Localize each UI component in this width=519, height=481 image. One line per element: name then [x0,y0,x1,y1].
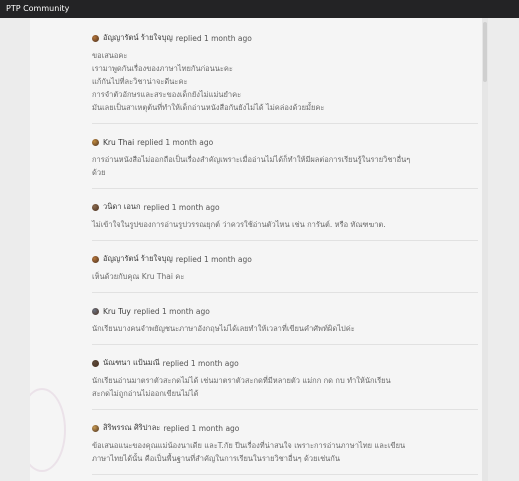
comment-body: นักเรียนอ่านมาตราตัวสะกดไม่ได้ เช่นมาตรา… [92,374,478,400]
comment: อัญญารัตน์ ร้ายใจบุญ replied 1 month ago ข… [92,18,478,124]
comment: สิริพรรณ ศิริปาละ replied 1 month ago ข้อเ… [92,410,478,475]
comment-meta: replied 1 month ago [137,137,214,147]
comment-author[interactable]: อัญญารัตน์ ร้ายใจบุญ [103,32,173,44]
comment-author[interactable]: อัญญารัตน์ ร้ายใจบุญ [103,253,173,265]
comment-meta: replied 1 month ago [175,33,252,43]
avatar[interactable] [92,307,99,315]
avatar[interactable] [92,138,99,146]
comment-line: การอ่านหนังสือไม่ออกถือเป็นเรื่องสำคัญเพ… [92,155,411,164]
comment-author[interactable]: วนิดา เอนก [103,201,141,213]
comment-meta: replied 1 month ago [133,306,210,316]
comment-header: อัญญารัตน์ ร้ายใจบุญ replied 1 month ago [92,253,478,265]
comment: อัญญารัตน์ ร้ายใจบุญ replied 1 month ago เ… [92,241,478,293]
scrollbar[interactable] [482,18,488,481]
comment-line: ไม่เข้าใจในรูปของการอ่านรูปวรรณยุกต์ ว่า… [92,220,386,229]
watermark-logo [30,388,66,472]
comment-header: สิริพรรณ ศิริปาละ replied 1 month ago [92,422,478,434]
comment-author[interactable]: นัณฑนา แป้นมณี [103,357,160,369]
comment-body: ขอเสนอคะเรามาพูดกันเรื่องของภาษาไทยกันก่… [92,49,478,114]
comment-line: ขอเสนอคะ [92,51,128,60]
comment-body: นักเรียนบางคนจำพยัญชนะภาษาอังกฤษไม่ได้เล… [92,322,478,335]
avatar[interactable] [92,34,99,42]
avatar[interactable] [92,359,99,367]
comment-line: สะกดไม่ถูกอ่านไม่ออกเขียนไม่ได้ [92,389,199,398]
comment-header: อัญญารัตน์ ร้ายใจบุญ replied 1 month ago [92,32,478,44]
comment: Kru Tuy replied 1 month ago นักเรียนบางคนจ… [92,293,478,345]
comment-meta: replied 1 month ago [143,202,220,212]
avatar[interactable] [92,255,99,263]
comment-line: นักเรียนอ่านมาตราตัวสะกดไม่ได้ เช่นมาตรา… [92,376,391,385]
comment-line: เรามาพูดกันเรื่องของภาษาไทยกันก่อนนะคะ [92,64,233,73]
comment-list: อัญญารัตน์ ร้ายใจบุญ replied 1 month ago ข… [92,18,478,475]
comment-line: ข้อเสนอแนะของคุณแม่น้องนาเดีย และT.กัย ป… [92,441,406,450]
comment: วนิดา เอนก replied 1 month ago ไม่เข้าใจใน… [92,189,478,241]
comment-body: ข้อเสนอแนะของคุณแม่น้องนาเดีย และT.กัย ป… [92,439,478,465]
comment-author[interactable]: สิริพรรณ ศิริปาละ [103,422,160,434]
comment-meta: replied 1 month ago [175,254,252,264]
comment-meta: replied 1 month ago [163,423,240,433]
comment-line: ภาษาไทยได้นั้น คือเป็นพื้นฐานที่สำคัญในก… [92,454,340,463]
comment-line: การจำตัวอักษรและสระของเด็กยังไม่แม่นยำคะ [92,90,242,99]
comment-meta: replied 1 month ago [162,358,239,368]
comment-line: นักเรียนบางคนจำพยัญชนะภาษาอังกฤษไม่ได้เล… [92,324,355,333]
avatar[interactable] [92,203,99,211]
avatar[interactable] [92,424,99,432]
comment-author[interactable]: Kru Tuy [103,307,131,316]
site-title[interactable]: PTP Community [6,4,69,13]
top-bar: PTP Community [0,0,519,18]
comment-line: เห็นด้วยกับคุณ Kru Thai คะ [92,272,185,281]
comment-body: เห็นด้วยกับคุณ Kru Thai คะ [92,270,478,283]
comment-header: Kru Thai replied 1 month ago [92,136,478,148]
comment-author[interactable]: Kru Thai [103,138,134,147]
comment-header: นัณฑนา แป้นมณี replied 1 month ago [92,357,478,369]
comment-header: Kru Tuy replied 1 month ago [92,305,478,317]
comment-header: วนิดา เอนก replied 1 month ago [92,201,478,213]
comment-line: แก้กันไปที่ละวิชาน่าจะดีนะคะ [92,77,188,86]
comment: Kru Thai replied 1 month ago การอ่านหนังสื… [92,124,478,189]
comment: นัณฑนา แป้นมณี replied 1 month ago นักเรีย… [92,345,478,410]
comment-line: ด้วย [92,168,106,177]
comment-line: มันเลยเป็นสาเหตุต้นที่ทำให้เด็กอ่านหนังส… [92,103,325,112]
comment-body: ไม่เข้าใจในรูปของการอ่านรูปวรรณยุกต์ ว่า… [92,218,478,231]
comment-body: การอ่านหนังสือไม่ออกถือเป็นเรื่องสำคัญเพ… [92,153,478,179]
comments-page: อัญญารัตน์ ร้ายใจบุญ replied 1 month ago ข… [30,18,488,481]
scrollbar-thumb[interactable] [483,22,487,82]
